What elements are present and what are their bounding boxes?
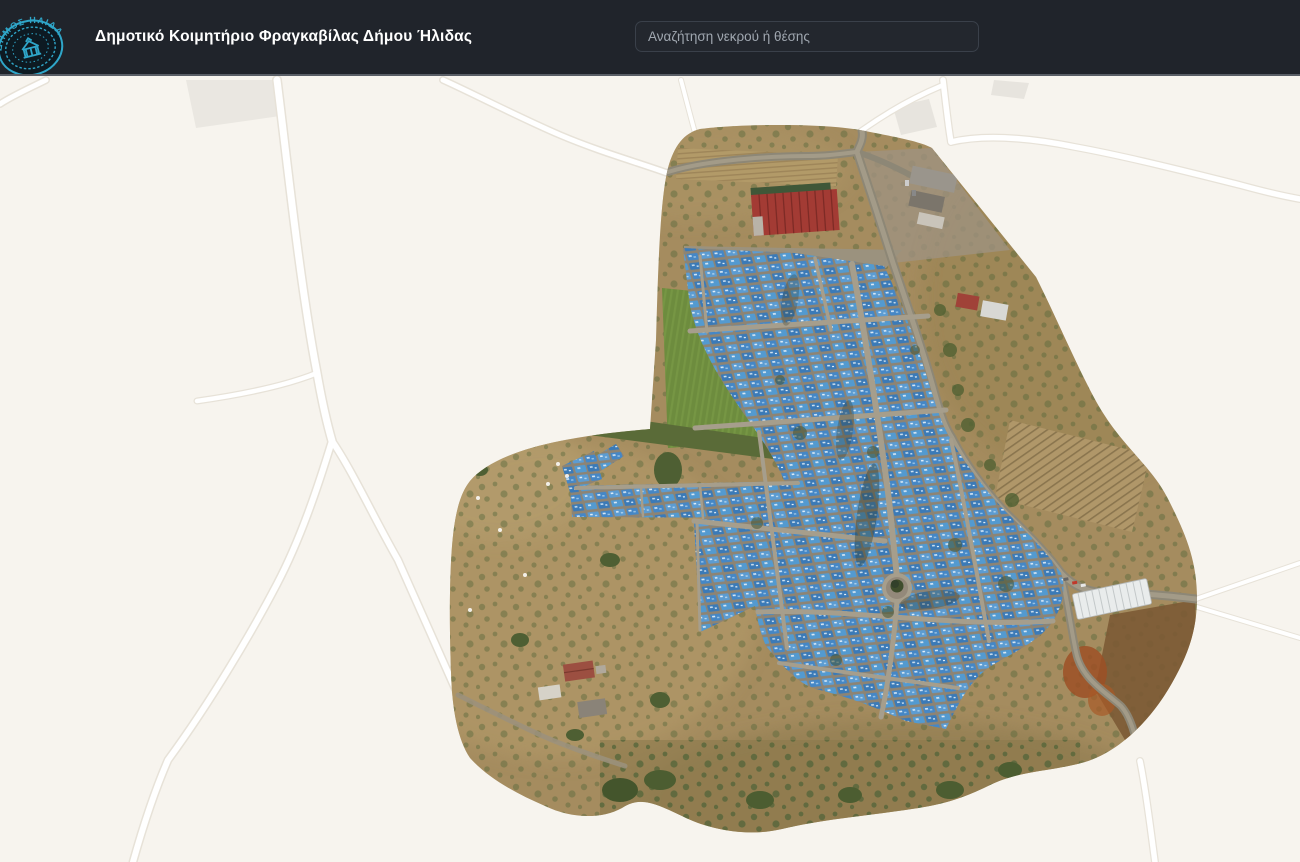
- app-window: ΔΗΜΟΣ ΗΛΙΔΑΣ Δημοτικό Κοιμητήριο Φραγκαβ…: [0, 0, 1300, 862]
- map-canvas[interactable]: [0, 76, 1300, 862]
- municipality-logo-icon: ΔΗΜΟΣ ΗΛΙΔΑΣ: [0, 4, 72, 74]
- app-header: ΔΗΜΟΣ ΗΛΙΔΑΣ Δημοτικό Κοιμητήριο Φραγκαβ…: [0, 0, 1300, 76]
- map-svg: [0, 76, 1300, 862]
- search-input[interactable]: [635, 21, 979, 52]
- church-building: [751, 182, 840, 236]
- page-title: Δημοτικό Κοιμητήριο Φραγκαβίλας Δήμου Ήλ…: [95, 0, 472, 74]
